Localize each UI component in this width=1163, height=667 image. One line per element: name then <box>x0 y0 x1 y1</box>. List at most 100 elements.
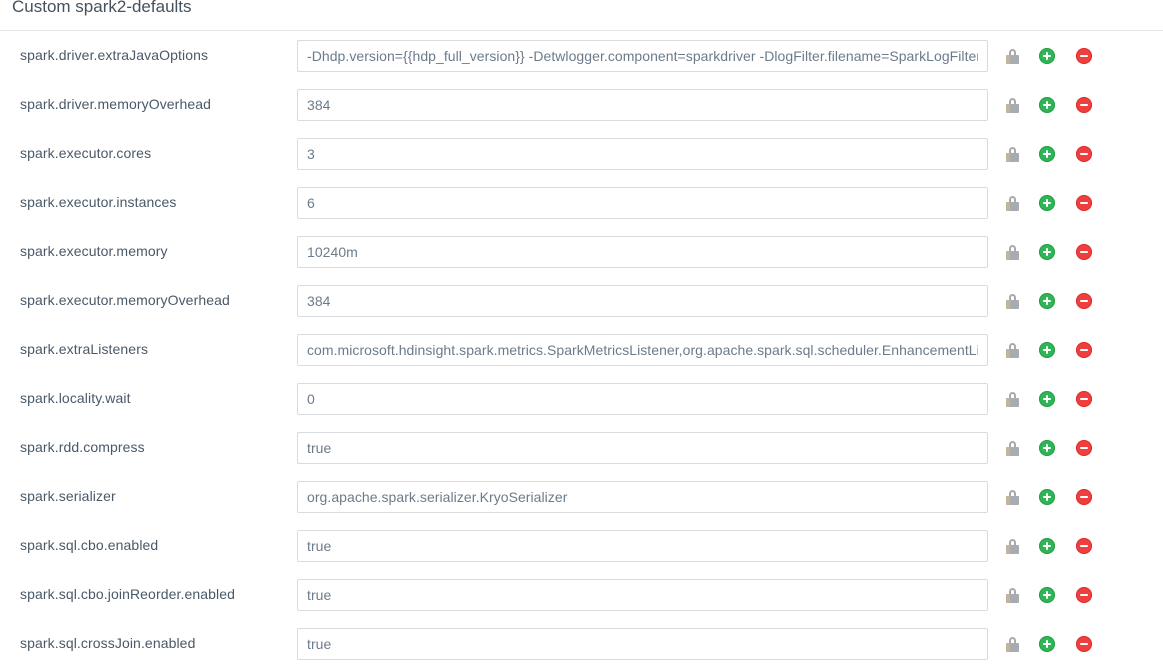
property-row: spark.sql.cbo.joinReorder.enabled <box>0 570 1163 619</box>
lock-icon[interactable] <box>996 481 1028 513</box>
remove-property-icon[interactable] <box>1068 236 1100 268</box>
property-value-input[interactable] <box>297 334 988 366</box>
property-value-input[interactable] <box>297 236 988 268</box>
lock-icon[interactable] <box>996 530 1028 562</box>
add-property-icon[interactable] <box>1031 481 1063 513</box>
add-property-icon[interactable] <box>1031 236 1063 268</box>
property-value-input[interactable] <box>297 138 988 170</box>
lock-glyph <box>1005 342 1019 358</box>
lock-glyph <box>1005 48 1019 64</box>
property-value-input[interactable] <box>297 579 988 611</box>
lock-glyph <box>1005 538 1019 554</box>
property-row: spark.driver.memoryOverhead <box>0 80 1163 129</box>
property-value-wrapper <box>297 334 988 366</box>
plus-circle-glyph <box>1039 293 1055 309</box>
minus-circle-glyph <box>1076 48 1092 64</box>
property-value-wrapper <box>297 530 988 562</box>
lock-glyph <box>1005 146 1019 162</box>
lock-icon[interactable] <box>996 89 1028 121</box>
property-value-wrapper <box>297 40 988 72</box>
property-row: spark.executor.memoryOverhead <box>0 276 1163 325</box>
lock-icon[interactable] <box>996 187 1028 219</box>
minus-circle-glyph <box>1076 489 1092 505</box>
property-actions <box>996 89 1156 121</box>
lock-icon[interactable] <box>996 138 1028 170</box>
remove-property-icon[interactable] <box>1068 89 1100 121</box>
plus-circle-glyph <box>1039 195 1055 211</box>
plus-circle-glyph <box>1039 342 1055 358</box>
property-value-wrapper <box>297 628 988 660</box>
add-property-icon[interactable] <box>1031 530 1063 562</box>
lock-icon[interactable] <box>996 432 1028 464</box>
lock-icon[interactable] <box>996 40 1028 72</box>
add-property-icon[interactable] <box>1031 285 1063 317</box>
add-property-icon[interactable] <box>1031 383 1063 415</box>
property-value-input[interactable] <box>297 187 988 219</box>
property-actions <box>996 138 1156 170</box>
property-value-input[interactable] <box>297 481 988 513</box>
property-row: spark.driver.extraJavaOptions <box>0 31 1163 80</box>
remove-property-icon[interactable] <box>1068 187 1100 219</box>
lock-icon[interactable] <box>996 579 1028 611</box>
lock-icon[interactable] <box>996 285 1028 317</box>
remove-property-icon[interactable] <box>1068 432 1100 464</box>
property-row: spark.extraListeners <box>0 325 1163 374</box>
property-value-input[interactable] <box>297 40 988 72</box>
plus-circle-glyph <box>1039 587 1055 603</box>
remove-property-icon[interactable] <box>1068 40 1100 72</box>
lock-icon[interactable] <box>996 628 1028 660</box>
plus-circle-glyph <box>1039 440 1055 456</box>
property-value-input[interactable] <box>297 89 988 121</box>
minus-circle-glyph <box>1076 195 1092 211</box>
property-row: spark.serializer <box>0 472 1163 521</box>
lock-glyph <box>1005 97 1019 113</box>
property-actions <box>996 530 1156 562</box>
property-value-input[interactable] <box>297 530 988 562</box>
minus-circle-glyph <box>1076 538 1092 554</box>
remove-property-icon[interactable] <box>1068 334 1100 366</box>
remove-property-icon[interactable] <box>1068 628 1100 660</box>
add-property-icon[interactable] <box>1031 432 1063 464</box>
remove-property-icon[interactable] <box>1068 481 1100 513</box>
plus-circle-glyph <box>1039 391 1055 407</box>
property-label: spark.rdd.compress <box>20 439 145 455</box>
lock-icon[interactable] <box>996 383 1028 415</box>
lock-icon[interactable] <box>996 334 1028 366</box>
lock-glyph <box>1005 391 1019 407</box>
section-header: Custom spark2-defaults <box>0 0 1163 31</box>
property-label: spark.locality.wait <box>20 390 131 406</box>
minus-circle-glyph <box>1076 342 1092 358</box>
property-value-input[interactable] <box>297 432 988 464</box>
property-label: spark.driver.memoryOverhead <box>20 96 211 112</box>
property-row: spark.sql.cbo.enabled <box>0 521 1163 570</box>
add-property-icon[interactable] <box>1031 138 1063 170</box>
remove-property-icon[interactable] <box>1068 530 1100 562</box>
lock-glyph <box>1005 587 1019 603</box>
add-property-icon[interactable] <box>1031 40 1063 72</box>
property-actions <box>996 432 1156 464</box>
add-property-icon[interactable] <box>1031 334 1063 366</box>
remove-property-icon[interactable] <box>1068 285 1100 317</box>
minus-circle-glyph <box>1076 244 1092 260</box>
property-label: spark.executor.cores <box>20 145 152 161</box>
add-property-icon[interactable] <box>1031 579 1063 611</box>
property-value-input[interactable] <box>297 383 988 415</box>
property-row: spark.executor.cores <box>0 129 1163 178</box>
property-value-wrapper <box>297 481 988 513</box>
property-label: spark.driver.extraJavaOptions <box>20 47 209 63</box>
add-property-icon[interactable] <box>1031 628 1063 660</box>
minus-circle-glyph <box>1076 636 1092 652</box>
plus-circle-glyph <box>1039 636 1055 652</box>
lock-glyph <box>1005 489 1019 505</box>
property-value-input[interactable] <box>297 628 988 660</box>
property-value-input[interactable] <box>297 285 988 317</box>
remove-property-icon[interactable] <box>1068 138 1100 170</box>
add-property-icon[interactable] <box>1031 89 1063 121</box>
property-row: spark.rdd.compress <box>0 423 1163 472</box>
lock-icon[interactable] <box>996 236 1028 268</box>
property-list: spark.driver.extraJavaOptions -Dhdp.vers… <box>0 31 1163 667</box>
property-value-wrapper <box>297 285 988 317</box>
add-property-icon[interactable] <box>1031 187 1063 219</box>
remove-property-icon[interactable] <box>1068 579 1100 611</box>
remove-property-icon[interactable] <box>1068 383 1100 415</box>
